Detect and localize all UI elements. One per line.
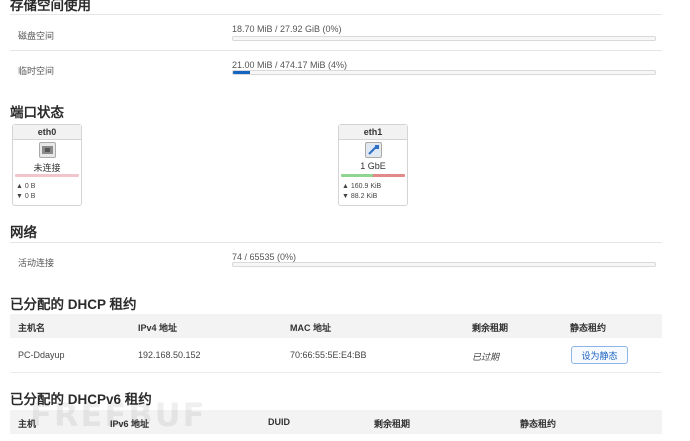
port-link-indicator (15, 174, 79, 177)
port-name: eth0 (13, 125, 81, 140)
network-section-title: 网络 (10, 225, 37, 240)
active-connections-bar (232, 262, 656, 267)
column-header-lease-remaining: 剩余租期 (374, 419, 411, 429)
table-row: PC-Ddayup 192.168.50.152 70:66:55:5E:E4:… (10, 338, 662, 373)
column-header-static-lease: 静态租约 (570, 323, 607, 333)
dhcp-leases-title: 已分配的 DHCP 租约 (10, 297, 137, 312)
column-header-static-lease: 静态租约 (520, 419, 557, 429)
lease-hostname: PC-Ddayup (18, 350, 65, 360)
column-header-duid: DUID (268, 417, 290, 427)
column-header-ipv4: IPv4 地址 (138, 323, 178, 333)
lease-mac: 70:66:55:5E:E4:BB (290, 350, 367, 360)
port-name: eth1 (339, 125, 407, 140)
disk-space-bar (232, 36, 656, 41)
watermark-text: FREEBUF (30, 396, 207, 434)
port-card-eth1: eth1 1 GbE ▲ 160.9 KiB ▼ 88.2 KiB (338, 124, 408, 206)
disk-space-value: 18.70 MiB / 27.92 GiB (0%) (232, 24, 342, 34)
temp-space-bar (232, 70, 656, 75)
port-status-title: 端口状态 (10, 105, 64, 120)
temp-space-value: 21.00 MiB / 474.17 MiB (4%) (232, 60, 348, 70)
port-link-status: 1 GbE (360, 161, 386, 171)
temp-space-row: 临时空间 21.00 MiB / 474.17 MiB (4%) (10, 50, 662, 86)
storage-section-title: 存储空间使用 (10, 0, 91, 13)
port-rx: ▼ 0 B (16, 193, 36, 200)
temp-space-label: 临时空间 (18, 66, 55, 76)
temp-space-bar-fill (233, 71, 250, 74)
active-connections-row: 活动连接 74 / 65535 (0%) (10, 242, 662, 276)
column-header-lease-remaining: 剩余租期 (472, 323, 509, 333)
port-tx: ▲ 160.9 KiB (342, 183, 382, 190)
active-connections-label: 活动连接 (18, 258, 55, 268)
dhcp-table-header: 主机名 IPv4 地址 MAC 地址 剩余租期 静态租约 (10, 314, 662, 338)
watermark-logo: FREEBUF (30, 396, 206, 434)
disk-space-row: 磁盘空间 18.70 MiB / 27.92 GiB (0%) (10, 14, 662, 50)
ethernet-port-connected-icon (365, 142, 382, 158)
port-rx: ▼ 88.2 KiB (342, 193, 378, 200)
column-header-mac: MAC 地址 (290, 323, 331, 333)
port-tx: ▲ 0 B (16, 183, 36, 190)
set-static-button[interactable]: 设为静态 (571, 346, 628, 364)
column-header-hostname: 主机名 (18, 323, 46, 333)
active-connections-value: 74 / 65535 (0%) (232, 252, 297, 262)
lease-ipv4: 192.168.50.152 (138, 350, 201, 360)
port-link-indicator (341, 174, 405, 177)
lease-remaining: 已过期 (472, 352, 500, 362)
port-link-status: 未连接 (33, 163, 61, 173)
disk-space-label: 磁盘空间 (18, 31, 55, 41)
ethernet-port-icon (39, 142, 56, 158)
port-card-eth0: eth0 未连接 ▲ 0 B ▼ 0 B (12, 124, 82, 206)
